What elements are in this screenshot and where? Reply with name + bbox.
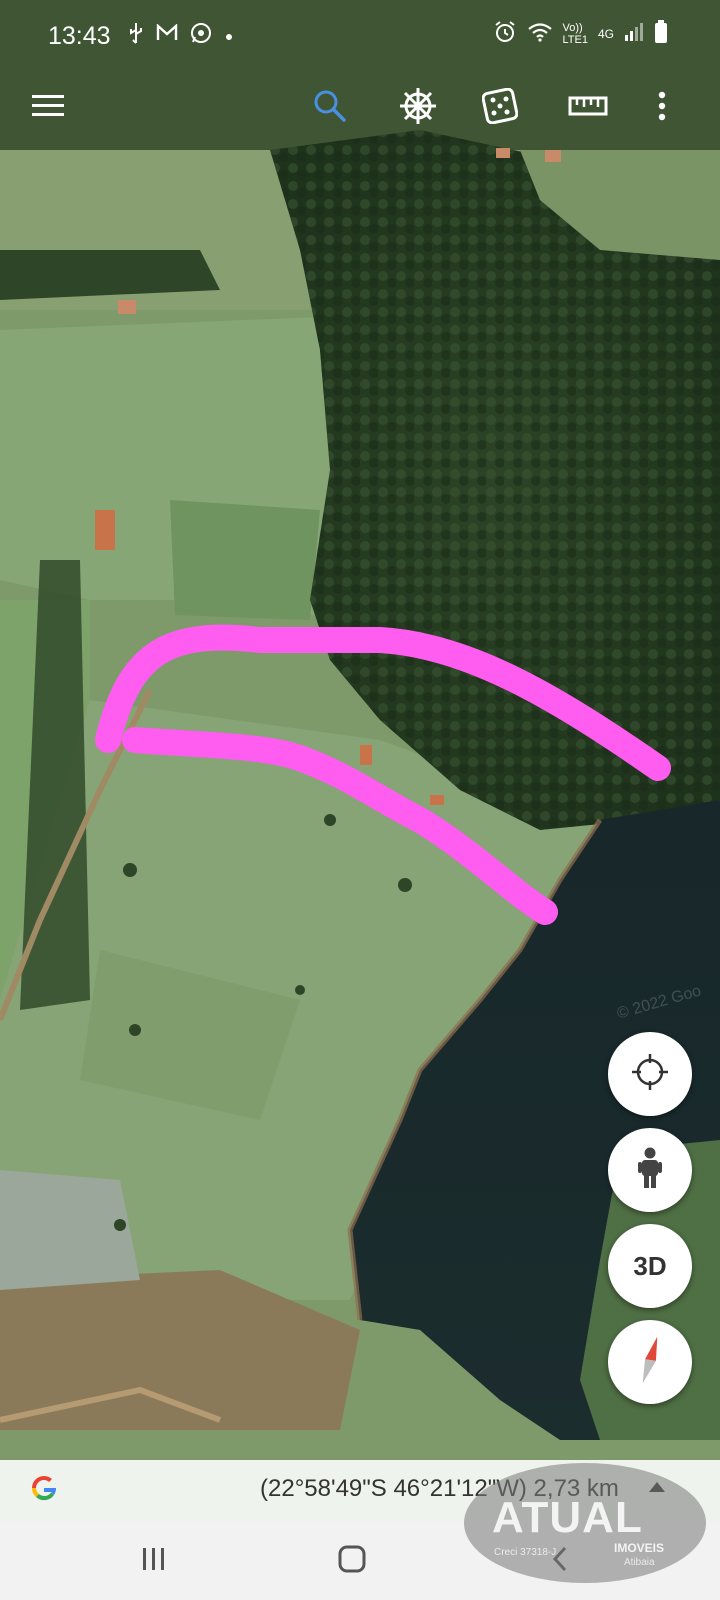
random-button[interactable] bbox=[472, 80, 528, 136]
usb-icon bbox=[128, 22, 144, 50]
whatsapp-icon bbox=[190, 22, 212, 50]
3d-view-button[interactable]: 3D bbox=[608, 1224, 692, 1308]
home-icon bbox=[337, 1544, 367, 1579]
watermark-city: Atibaia bbox=[624, 1557, 655, 1568]
atual-imoveis-watermark: ATUAL Creci 37318-J IMOVEIS Atibaia bbox=[464, 1463, 706, 1583]
watermark-creci: Creci 37318-J bbox=[494, 1547, 557, 1558]
recents-icon bbox=[140, 1546, 168, 1577]
volte-label: Vo)) bbox=[562, 21, 583, 34]
wifi-icon bbox=[527, 22, 553, 45]
compass-button[interactable] bbox=[608, 1320, 692, 1404]
status-bar: 13:43 Vo)) LTE1 4G bbox=[0, 0, 720, 70]
compass-icon bbox=[635, 1334, 665, 1391]
search-icon bbox=[313, 89, 347, 128]
menu-icon bbox=[31, 93, 65, 124]
recents-button[interactable] bbox=[124, 1538, 184, 1584]
status-right-icons: Vo)) LTE1 4G bbox=[493, 20, 669, 47]
gmail-icon bbox=[156, 23, 178, 48]
signal-icon bbox=[624, 23, 644, 44]
dot-icon bbox=[224, 25, 234, 48]
search-button[interactable] bbox=[302, 80, 358, 136]
3d-label: 3D bbox=[633, 1250, 667, 1281]
home-button[interactable] bbox=[322, 1538, 382, 1584]
more-button[interactable] bbox=[642, 80, 682, 136]
lte-label: LTE1 bbox=[562, 33, 588, 46]
alarm-icon bbox=[493, 20, 517, 47]
street-view-button[interactable] bbox=[608, 1128, 692, 1212]
pegman-icon bbox=[635, 1146, 665, 1195]
dice-icon bbox=[481, 87, 519, 129]
measure-button[interactable] bbox=[560, 80, 616, 136]
crosshair-icon bbox=[629, 1051, 671, 1098]
menu-button[interactable] bbox=[20, 80, 76, 136]
map-toolbar bbox=[0, 80, 720, 140]
voyager-wheel-icon bbox=[398, 86, 438, 131]
more-icon bbox=[658, 91, 666, 126]
battery-icon bbox=[654, 20, 668, 47]
volte-icon: Vo)) LTE1 bbox=[563, 22, 588, 46]
4g-icon: 4G bbox=[597, 26, 614, 41]
watermark-sub: IMOVEIS bbox=[614, 1541, 665, 1555]
ruler-icon bbox=[568, 95, 608, 122]
status-left-icons bbox=[128, 22, 234, 50]
watermark-brand: ATUAL bbox=[492, 1493, 643, 1542]
google-logo bbox=[24, 1468, 64, 1513]
voyager-button[interactable] bbox=[390, 80, 446, 136]
status-time: 13:43 bbox=[48, 22, 111, 50]
my-location-button[interactable] bbox=[608, 1032, 692, 1116]
